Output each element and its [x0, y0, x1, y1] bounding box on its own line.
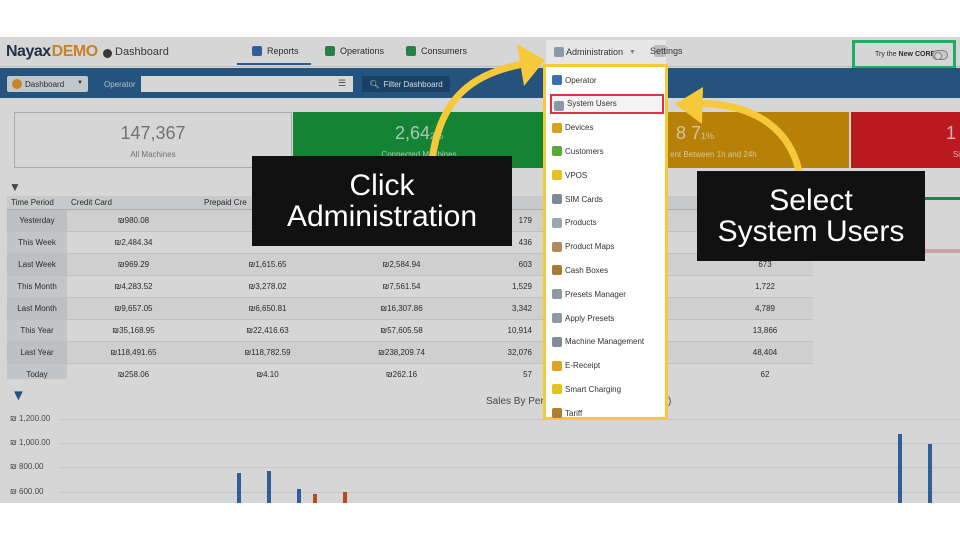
arrow-left	[428, 58, 541, 164]
arrow-left-head	[517, 44, 545, 86]
callout-right-line2: System Users	[717, 215, 905, 248]
callout-left-line2: Administration	[286, 200, 478, 233]
callout-click-administration: Click Administration	[252, 156, 512, 246]
tutorial-arrows	[428, 44, 804, 180]
callout-right-line1: Select	[769, 184, 853, 217]
arrow-right	[684, 100, 804, 180]
callout-left-line1: Click	[349, 169, 415, 202]
arrow-right-head	[675, 87, 703, 124]
callout-select-system-users: Select System Users	[697, 171, 925, 261]
